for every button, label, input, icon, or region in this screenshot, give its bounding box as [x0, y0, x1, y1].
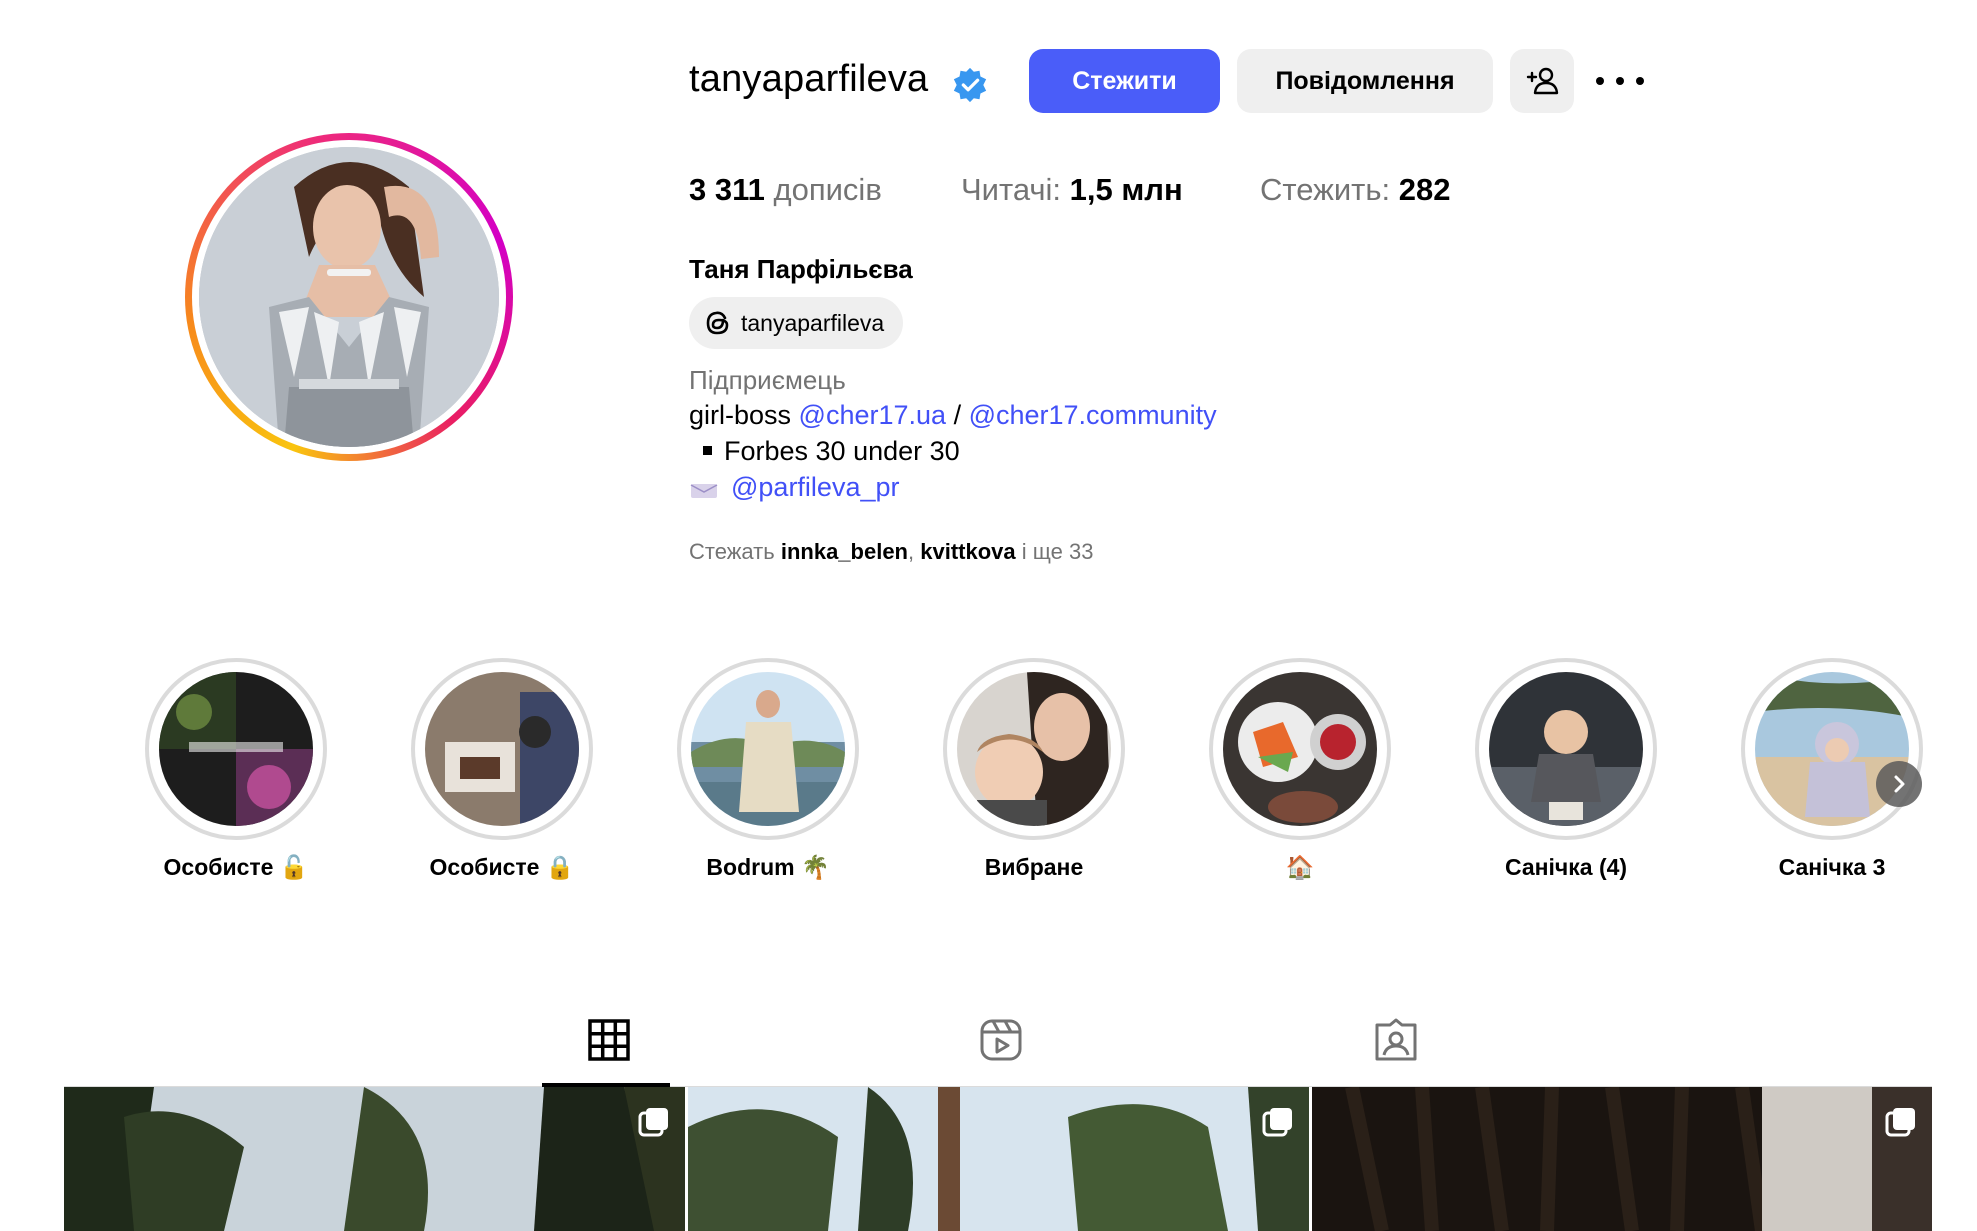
- threads-link[interactable]: tanyaparfileva: [689, 297, 903, 349]
- threads-handle: tanyaparfileva: [741, 309, 885, 336]
- highlight-item[interactable]: Bodrum 🌴: [677, 658, 859, 881]
- followers-count[interactable]: Читачі: 1,5 млн: [961, 172, 1183, 208]
- carousel-icon: [638, 1108, 668, 1137]
- bio-line-1: girl-boss @cher17.ua / @cher17.community: [689, 400, 1217, 431]
- avatar-photo: [199, 147, 499, 447]
- highlights-next-button[interactable]: [1876, 761, 1922, 807]
- bio-text: girl-boss: [689, 400, 792, 430]
- highlight-label: Вибране: [984, 854, 1084, 880]
- reels-icon[interactable]: [978, 1017, 1024, 1063]
- highlight-cover: [1489, 672, 1643, 826]
- highlight-cover: [425, 672, 579, 826]
- bio-link-cher17-community[interactable]: @cher17.community: [969, 400, 1217, 430]
- highlight-item[interactable]: Особисте 🔓: [145, 658, 327, 881]
- highlight-label: Санічка (4): [1504, 854, 1628, 880]
- followers-label: Читачі:: [961, 172, 1062, 207]
- followed-by-prefix: Стежать: [689, 539, 775, 564]
- bullet-icon: [703, 446, 712, 456]
- post-thumbnail[interactable]: [64, 1087, 685, 1231]
- following-label: Стежить:: [1260, 172, 1391, 207]
- profile-category: Підприємець: [689, 365, 846, 395]
- posts-count: 3 311 дописів: [689, 172, 882, 208]
- posts-count-value: 3 311: [689, 172, 765, 207]
- highlight-ring: [1209, 658, 1391, 840]
- post-thumbnail[interactable]: [1312, 1087, 1932, 1231]
- avatar: [199, 147, 499, 447]
- avatar-border: [192, 140, 506, 454]
- highlight-label: Санічка 3: [1778, 854, 1886, 880]
- post-image: [1312, 1087, 1932, 1231]
- post-thumbnail[interactable]: [688, 1087, 1309, 1231]
- highlight-item[interactable]: Санічка (4): [1475, 658, 1657, 881]
- highlight-ring: [677, 658, 859, 840]
- highlight-cover: [1223, 672, 1377, 826]
- bio-line-2: Forbes 30 under 30: [689, 436, 960, 467]
- chevron-right-icon: [1894, 775, 1905, 793]
- more-options-icon[interactable]: [1596, 66, 1644, 96]
- highlight-label: Особисте 🔒: [429, 854, 575, 880]
- bio-line-3: @parfileva_pr: [689, 472, 900, 503]
- highlight-cover: [159, 672, 313, 826]
- posts-grid-icon[interactable]: [586, 1017, 632, 1063]
- highlight-ring: [1475, 658, 1657, 840]
- carousel-icon: [1885, 1108, 1915, 1137]
- highlight-cover: [957, 672, 1111, 826]
- highlight-ring: [145, 658, 327, 840]
- post-image: [688, 1087, 1309, 1231]
- followed-by-user-2: kvittkova: [920, 539, 1016, 564]
- carousel-icon: [1262, 1108, 1292, 1137]
- tagged-icon[interactable]: [1373, 1017, 1419, 1063]
- threads-icon: [706, 311, 729, 335]
- suggest-accounts-button[interactable]: [1510, 49, 1574, 113]
- followed-by-comma: ,: [908, 539, 915, 564]
- posts-count-label: дописів: [773, 172, 882, 207]
- highlight-ring: [1741, 658, 1923, 840]
- followed-by[interactable]: Стежать innka_belen, kvittkova і ще 33: [689, 539, 1093, 565]
- envelope-icon: [690, 483, 718, 498]
- followers-value: 1,5 млн: [1069, 172, 1183, 207]
- add-user-icon: [1526, 67, 1559, 95]
- bio-link-parfileva-pr[interactable]: @parfileva_pr: [731, 472, 900, 502]
- highlight-item[interactable]: Особисте 🔒: [411, 658, 593, 881]
- profile-username: tanyaparfileva: [689, 58, 929, 100]
- highlight-label: Особисте 🔓: [163, 854, 309, 880]
- verified-badge-icon: [953, 67, 987, 103]
- following-count[interactable]: Стежить: 282: [1260, 172, 1451, 208]
- bio-forbes-text: Forbes 30 under 30: [724, 436, 960, 466]
- highlight-ring: [411, 658, 593, 840]
- bio-link-cher17-ua[interactable]: @cher17.ua: [799, 400, 947, 430]
- profile-full-name: Таня Парфільєва: [689, 254, 913, 284]
- followed-by-user-1: innka_belen: [780, 539, 908, 564]
- bio-separator: /: [953, 400, 962, 430]
- highlight-label: Bodrum 🌴: [706, 854, 830, 880]
- following-value: 282: [1398, 172, 1451, 207]
- follow-button[interactable]: Стежити: [1029, 49, 1220, 113]
- highlight-label: 🏠: [1285, 854, 1315, 880]
- message-button[interactable]: Повідомлення: [1237, 49, 1493, 113]
- highlight-cover: [691, 672, 845, 826]
- highlight-item[interactable]: Вибране: [943, 658, 1125, 881]
- profile-avatar-story-ring[interactable]: [185, 133, 513, 461]
- post-image: [64, 1087, 685, 1231]
- highlight-ring: [943, 658, 1125, 840]
- followed-by-suffix: і ще 33: [1021, 539, 1094, 564]
- highlight-item[interactable]: 🏠: [1209, 658, 1391, 881]
